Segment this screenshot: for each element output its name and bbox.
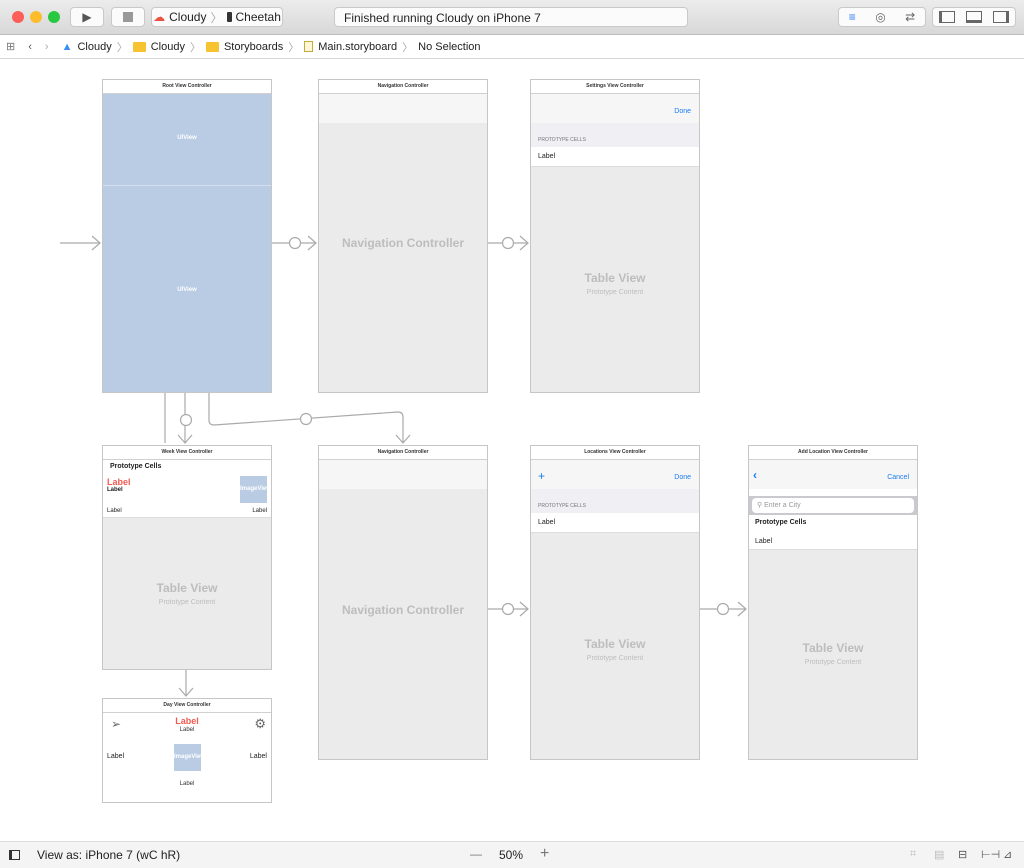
zoom-out-button[interactable]: — xyxy=(470,847,482,861)
add-button[interactable]: + xyxy=(538,469,545,483)
scene-week-view-controller[interactable]: Week View Controller Prototype Cells Lab… xyxy=(102,445,272,670)
scene-day-view-controller[interactable]: Day View Controller ➢ ⚙ Label Label Labe… xyxy=(102,698,272,803)
top-uiview[interactable]: UIView xyxy=(103,94,271,183)
cancel-button[interactable]: Cancel xyxy=(887,474,909,481)
segue-icon xyxy=(716,602,730,616)
prototype-cell[interactable]: Label xyxy=(531,147,699,167)
segue-icon xyxy=(501,602,515,616)
back-chevron-icon[interactable]: ‹ xyxy=(753,468,757,482)
segue-icon xyxy=(501,236,515,250)
resolve-issues-icon[interactable]: ⊿ xyxy=(1003,848,1012,861)
scene-navigation-controller-1[interactable]: Navigation Controller Navigation Control… xyxy=(318,79,488,393)
bottom-bar: View as: iPhone 7 (wC hR) — 50% + ⌗ ▤ ⊟ … xyxy=(0,841,1024,868)
view-as-button[interactable]: View as: iPhone 7 (wC hR) xyxy=(37,848,180,862)
bottom-uiview[interactable]: UIView xyxy=(103,185,271,392)
scene-settings-view-controller[interactable]: Settings View Controller Done PROTOTYPE … xyxy=(530,79,700,393)
initial-arrow xyxy=(60,235,101,251)
segue-icon xyxy=(179,413,193,427)
red-label: Label xyxy=(107,477,131,487)
update-frames-icon[interactable]: ⌗ xyxy=(910,848,916,861)
navigation-bar xyxy=(319,460,487,489)
search-icon: ⚲ xyxy=(757,502,763,509)
add-constraints-icon[interactable]: ⊢⊣ xyxy=(981,848,1000,861)
navigation-bar xyxy=(319,94,487,123)
image-view: ImageView xyxy=(174,744,201,771)
segue-week-day xyxy=(178,669,194,697)
done-button[interactable]: Done xyxy=(674,108,691,115)
segue-icon xyxy=(288,236,302,250)
align-icon[interactable]: ⊟ xyxy=(958,848,967,861)
prototype-cell[interactable]: Label xyxy=(749,532,917,550)
embed-in-stack-icon[interactable]: ▤ xyxy=(934,848,944,861)
segue-icon xyxy=(299,412,313,426)
scene-add-location-view-controller[interactable]: Add Location View Controller ‹ Cancel ⚲ … xyxy=(748,445,918,760)
zoom-level: 50% xyxy=(499,848,524,862)
image-view: ImageView xyxy=(240,476,267,503)
zoom-in-button[interactable]: + xyxy=(540,845,549,863)
document-outline-toggle-icon[interactable] xyxy=(9,850,20,860)
done-button[interactable]: Done xyxy=(674,474,691,481)
prototype-cell[interactable]: Label xyxy=(531,513,699,533)
scene-navigation-controller-2[interactable]: Navigation Controller Navigation Control… xyxy=(318,445,488,760)
scene-root-view-controller[interactable]: Root View Controller UIView UIView xyxy=(102,79,272,393)
search-bar[interactable]: ⚲ Enter a City xyxy=(752,498,914,513)
scene-locations-view-controller[interactable]: Locations View Controller + Done PROTOTY… xyxy=(530,445,700,760)
